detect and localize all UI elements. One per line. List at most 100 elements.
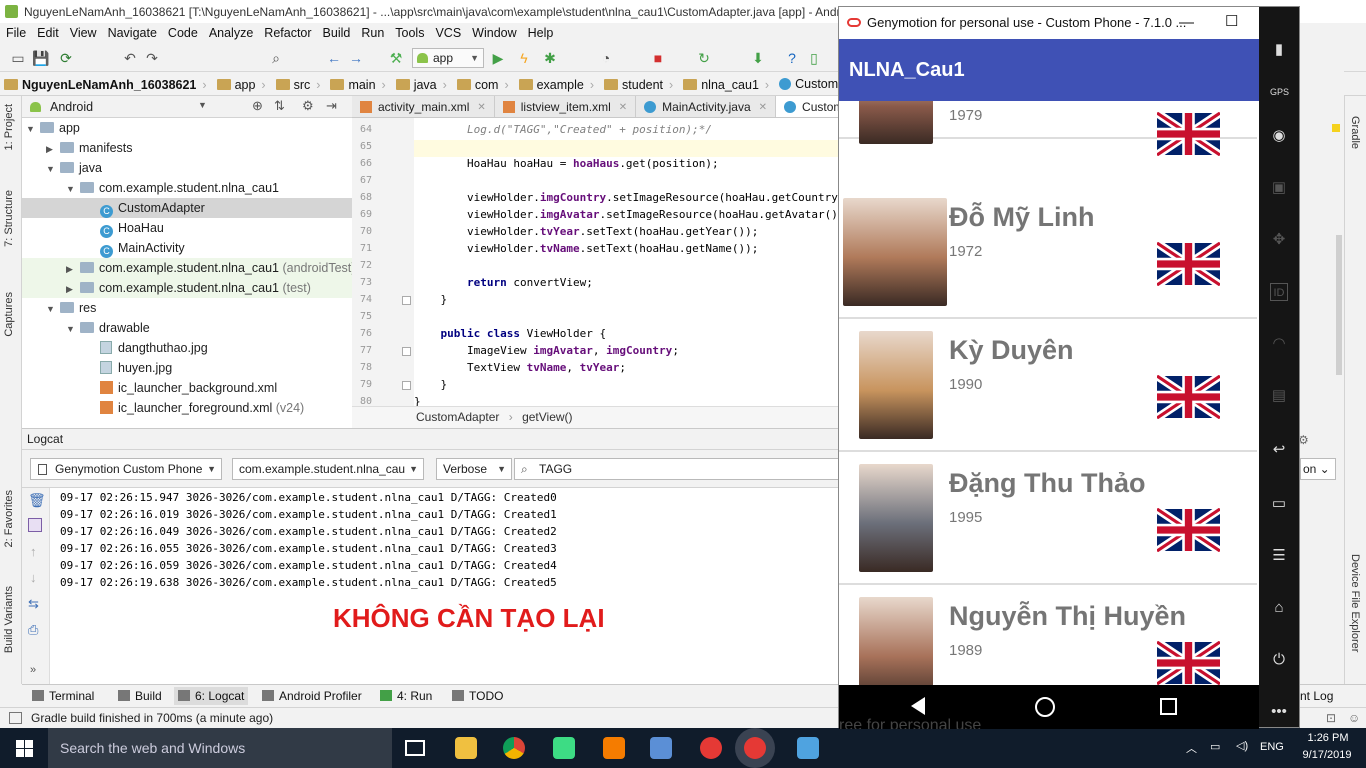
- gps-icon[interactable]: GPS: [1270, 83, 1289, 101]
- menu-code[interactable]: Code: [162, 23, 203, 40]
- editor-tab[interactable]: activity_main.xml ✕: [352, 96, 495, 117]
- up-arrow-icon[interactable]: ↑: [30, 544, 37, 559]
- clock-time[interactable]: 1:26 PM: [1300, 732, 1356, 744]
- trash-icon[interactable]: 🗑: [28, 492, 46, 509]
- menu-analyze[interactable]: Analyze: [203, 23, 258, 40]
- event-log-tab[interactable]: nt Log: [1300, 689, 1333, 703]
- genymotion-icon[interactable]: [700, 737, 722, 759]
- genymotion-player-icon[interactable]: [744, 737, 766, 759]
- tree-item[interactable]: ▶ manifests: [22, 138, 352, 158]
- power-icon[interactable]: ⏻: [1270, 651, 1288, 669]
- breadcrumb-item[interactable]: app ›: [213, 73, 272, 97]
- scroll-to-end-icon[interactable]: [28, 518, 42, 532]
- breadcrumb-item[interactable]: src ›: [272, 73, 327, 97]
- save-icon[interactable]: 💾: [32, 50, 49, 66]
- tree-item[interactable]: huyen.jpg: [22, 358, 352, 378]
- tree-item[interactable]: ▼ app: [22, 118, 352, 138]
- android-back-icon[interactable]: ↩: [1270, 441, 1288, 459]
- code-breadcrumb-class[interactable]: CustomAdapter: [416, 410, 499, 424]
- android-recents-icon[interactable]: ▭: [1270, 495, 1288, 513]
- hide-icon[interactable]: ⇥: [326, 98, 337, 114]
- more-icon[interactable]: •••: [1270, 703, 1288, 721]
- clock-date[interactable]: 9/17/2019: [1296, 749, 1358, 761]
- tree-item[interactable]: ▼ res: [22, 298, 352, 318]
- virtualbox-icon[interactable]: [650, 737, 672, 759]
- recents-icon[interactable]: [1160, 698, 1177, 715]
- editor-tab[interactable]: CustomAdapter.java✕: [776, 96, 838, 117]
- chevron-down-icon[interactable]: ▼: [46, 299, 58, 319]
- start-button[interactable]: [0, 728, 48, 768]
- editor-tab[interactable]: MainActivity.java ✕: [636, 96, 777, 117]
- remote-control-icon[interactable]: ✥: [1270, 231, 1288, 249]
- minimize-button[interactable]: —: [1179, 14, 1194, 31]
- chevron-down-icon[interactable]: ▼: [66, 179, 78, 199]
- logcat-side-dropdown[interactable]: on ⌄: [1300, 458, 1336, 480]
- breadcrumb-item[interactable]: main ›: [326, 73, 391, 97]
- menu-build[interactable]: Build: [317, 23, 356, 40]
- fold-marker-icon[interactable]: [402, 381, 411, 390]
- tree-item[interactable]: C MainActivity: [22, 238, 352, 258]
- breadcrumb-item[interactable]: java ›: [392, 73, 453, 97]
- redo-icon[interactable]: ↷: [144, 50, 160, 66]
- tree-item[interactable]: dangthuthao.jpg: [22, 338, 352, 358]
- device-select[interactable]: Genymotion Custom Phone ▼: [30, 458, 222, 480]
- paint-icon[interactable]: [797, 737, 819, 759]
- menu-navigate[interactable]: Navigate: [102, 23, 162, 40]
- process-select[interactable]: com.example.student.nlna_cau1 ▼: [232, 458, 424, 480]
- identifiers-icon[interactable]: ID: [1270, 283, 1288, 301]
- menu-window[interactable]: Window: [466, 23, 521, 40]
- sdk-manager-icon[interactable]: ⬇: [750, 50, 766, 66]
- chrome-icon[interactable]: [503, 737, 525, 759]
- tree-item[interactable]: C CustomAdapter: [22, 198, 352, 218]
- code-editor[interactable]: Log.d("TAGG","Created" + position);*/ Ho…: [414, 118, 838, 406]
- breadcrumb-item[interactable]: example ›: [515, 73, 600, 97]
- android-home-icon[interactable]: ⌂: [1270, 599, 1288, 617]
- fold-marker-icon[interactable]: [402, 296, 411, 305]
- hammer-icon[interactable]: ⚒: [388, 50, 404, 66]
- bottom-tab-build[interactable]: Build: [118, 689, 162, 703]
- bottom-tab-android-profiler[interactable]: Android Profiler: [262, 689, 362, 703]
- lock-icon[interactable]: ⊡: [1326, 711, 1336, 725]
- back-icon[interactable]: [911, 697, 925, 715]
- bottom-tab-6-logcat[interactable]: 6: Logcat: [174, 687, 249, 705]
- status-toggle-icon[interactable]: [9, 712, 22, 724]
- avd-manager-icon[interactable]: ▯: [806, 50, 822, 66]
- tool-tab-build-variants[interactable]: Build Variants: [3, 586, 15, 653]
- menu-file[interactable]: File: [0, 23, 31, 40]
- menu-refactor[interactable]: Refactor: [258, 23, 316, 40]
- chevron-down-icon[interactable]: ▼: [26, 119, 38, 139]
- tool-tab-1-project[interactable]: 1: Project: [3, 104, 15, 150]
- tree-item[interactable]: ▶ com.example.student.nlna_cau1 (androidT…: [22, 258, 352, 278]
- sync-icon[interactable]: ⟳: [58, 50, 74, 66]
- tray-chevron-icon[interactable]: ︿: [1186, 740, 1197, 756]
- android-studio-taskbar-icon[interactable]: [553, 737, 575, 759]
- tree-item[interactable]: ic_launcher_background.xml: [22, 378, 352, 398]
- collapse-icon[interactable]: ⇅: [274, 98, 285, 114]
- breadcrumb-item[interactable]: com ›: [453, 73, 515, 97]
- code-breadcrumb-method[interactable]: getView(): [522, 410, 572, 424]
- menu-view[interactable]: View: [64, 23, 102, 40]
- chevron-down-icon[interactable]: ▼: [66, 319, 78, 339]
- bottom-tab-terminal[interactable]: Terminal: [32, 689, 94, 703]
- camera-icon[interactable]: ◉: [1270, 127, 1288, 145]
- close-icon[interactable]: ✕: [477, 102, 485, 113]
- tool-tab-2-favorites[interactable]: 2: Favorites: [3, 490, 15, 547]
- project-view-select[interactable]: Android: [50, 100, 93, 114]
- gradle-tab[interactable]: Gradle: [1349, 116, 1361, 149]
- face-icon[interactable]: ☺: [1348, 711, 1360, 725]
- tree-item[interactable]: ▶ com.example.student.nlna_cau1 (test): [22, 278, 352, 298]
- taskbar-search-input[interactable]: Search the web and Windows: [48, 728, 392, 768]
- debug-icon[interactable]: ✱: [542, 50, 558, 66]
- battery-icon[interactable]: ▮: [1270, 41, 1288, 59]
- bottom-tab-todo[interactable]: TODO: [452, 689, 503, 703]
- home-icon[interactable]: [1035, 697, 1055, 717]
- tree-item[interactable]: C HoaHau: [22, 218, 352, 238]
- list-item[interactable]: Đỗ Mỹ Linh 1972: [839, 186, 1257, 319]
- search-icon[interactable]: ⌕: [268, 50, 284, 66]
- tree-item[interactable]: ▼ com.example.student.nlna_cau1: [22, 178, 352, 198]
- log-level-select[interactable]: Verbose ▼: [436, 458, 512, 480]
- bottom-tab-4-run[interactable]: 4: Run: [380, 689, 432, 703]
- down-arrow-icon[interactable]: ↓: [30, 570, 37, 585]
- menu-vcs[interactable]: VCS: [429, 23, 466, 40]
- maximize-button[interactable]: ☐: [1225, 12, 1238, 30]
